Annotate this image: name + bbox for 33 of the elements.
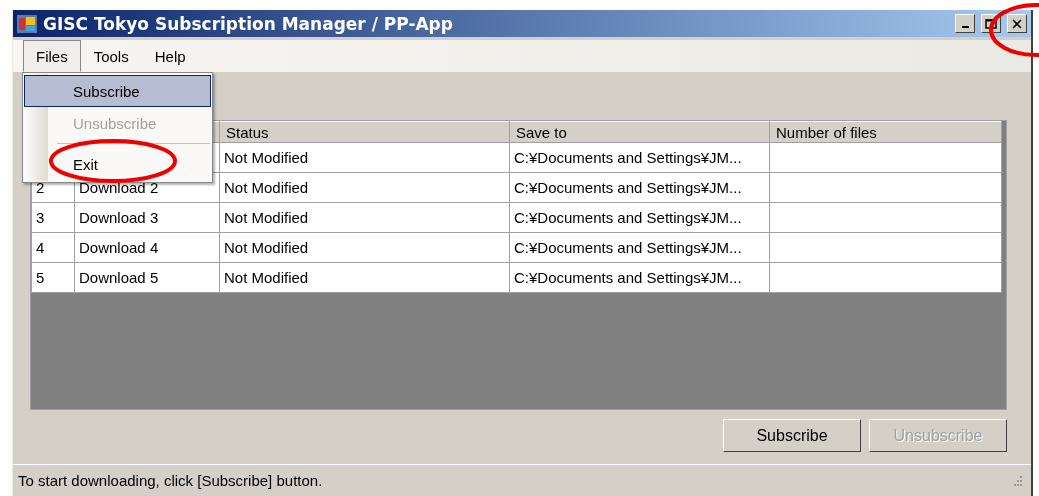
menu-item[interactable]: Subscribe [24,75,211,107]
table-cell: Not Modified [219,262,510,293]
close-button[interactable] [1007,14,1027,33]
table-cell: C:¥Documents and Settings¥JM... [509,232,770,263]
subscribe-button[interactable]: Subscribe [723,419,861,452]
minimize-button[interactable] [955,14,975,33]
status-text: To start downloading, click [Subscribe] button. [18,472,323,489]
table-cell: Not Modified [219,172,510,203]
menu-item[interactable]: Files [23,40,81,72]
table-cell: Not Modified [219,232,510,263]
close-icon [1012,18,1022,29]
table-cell: C:¥Documents and Settings¥JM... [509,142,770,173]
maximize-icon [985,18,997,29]
table-cell: 5 [31,262,75,293]
table-cell: Not Modified [219,202,510,233]
column-header[interactable]: Save to [509,121,770,143]
table-cell: Not Modified [219,142,510,173]
table-cell: C:¥Documents and Settings¥JM... [509,262,770,293]
table-cell: Download 3 [74,202,220,233]
menu-item[interactable]: Help [141,40,199,72]
column-header[interactable]: Number of files [769,121,1002,143]
table-cell: 4 [31,232,75,263]
app-icon [17,14,37,33]
table-cell: C:¥Documents and Settings¥JM... [509,202,770,233]
table-cell: 3 [31,202,75,233]
column-header[interactable]: Status [219,121,510,143]
table-cell: C:¥Documents and Settings¥JM... [509,172,770,203]
minimize-icon [961,26,969,28]
table-cell: Download 5 [74,262,220,293]
table-cell: Download 4 [74,232,220,263]
window-title: GISC Tokyo Subscription Manager / PP-App [43,13,454,34]
resize-grip-icon[interactable] [1011,474,1023,487]
menu-item[interactable]: Tools [80,40,142,72]
